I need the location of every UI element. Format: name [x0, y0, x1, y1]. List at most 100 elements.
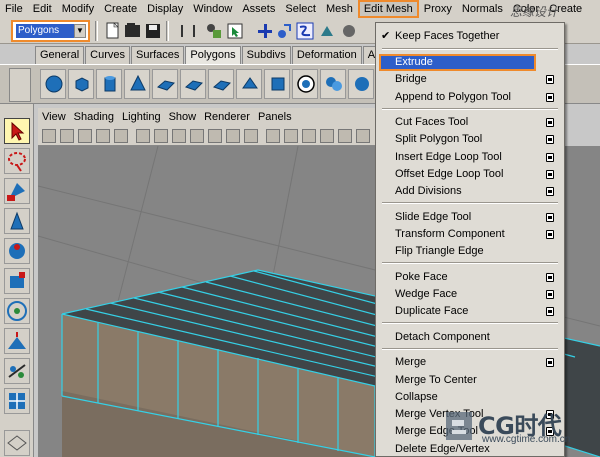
menu-item-bridge[interactable]: Bridge: [376, 71, 564, 88]
film-gate-icon[interactable]: [154, 129, 168, 143]
plus-icon[interactable]: [256, 22, 274, 40]
poly-sphere-icon[interactable]: [40, 69, 66, 99]
universal-manip-tool[interactable]: [4, 298, 30, 324]
menu-assets[interactable]: Assets: [237, 0, 280, 18]
option-box-icon[interactable]: [546, 93, 554, 102]
safe-title-icon[interactable]: [244, 129, 258, 143]
menu-item-detach-component[interactable]: Detach Component: [376, 329, 564, 346]
xray-icon[interactable]: [356, 129, 370, 143]
menu-item-merge-to-center[interactable]: Merge To Center: [376, 372, 564, 389]
smooth-icon[interactable]: [348, 69, 374, 99]
wireframe-icon[interactable]: [136, 129, 150, 143]
option-box-icon[interactable]: [546, 358, 554, 367]
menu-item-append-to-polygon[interactable]: Append to Polygon Tool: [376, 89, 564, 106]
wireframe-shade-icon[interactable]: [266, 129, 280, 143]
camera-attr-icon[interactable]: [60, 129, 74, 143]
new-scene-icon[interactable]: [104, 22, 122, 40]
paint-select-tool[interactable]: [4, 178, 30, 204]
menu-display[interactable]: Display: [142, 0, 188, 18]
soft-mod-tool[interactable]: [4, 328, 30, 354]
poly-plane-icon[interactable]: [152, 69, 178, 99]
menu-item-collapse[interactable]: Collapse: [376, 389, 564, 406]
tab-surfaces[interactable]: Surfaces: [130, 46, 185, 64]
panel-menu-panels[interactable]: Panels: [254, 111, 296, 123]
poly-pyramid-icon[interactable]: [236, 69, 262, 99]
component-icon[interactable]: [276, 22, 294, 40]
combine-icon[interactable]: [292, 69, 318, 99]
resolution-gate-icon[interactable]: [172, 129, 186, 143]
option-box-icon[interactable]: [546, 187, 554, 196]
lights-icon[interactable]: [320, 129, 334, 143]
tab-subdivs[interactable]: Subdivs: [241, 46, 291, 64]
menu-item-duplicate-face[interactable]: Duplicate Face: [376, 303, 564, 320]
menu-mesh[interactable]: Mesh: [321, 0, 358, 18]
panel-menu-shading[interactable]: Shading: [70, 111, 118, 123]
panel-menu-renderer[interactable]: Renderer: [200, 111, 254, 123]
camera-select-icon[interactable]: [42, 129, 56, 143]
menu-edit-mesh[interactable]: Edit Mesh: [357, 0, 419, 18]
poly-prism-icon[interactable]: [208, 69, 234, 99]
tab-polygons[interactable]: Polygons: [185, 46, 241, 64]
image-plane-icon[interactable]: [96, 129, 110, 143]
option-box-icon[interactable]: [546, 135, 554, 144]
separate-icon[interactable]: [320, 69, 346, 99]
option-box-icon[interactable]: [546, 213, 554, 222]
bookmark-icon[interactable]: [78, 129, 92, 143]
menu-item-merge[interactable]: Merge: [376, 354, 564, 371]
open-scene-icon[interactable]: [124, 22, 142, 40]
last-tool[interactable]: [4, 388, 30, 414]
option-box-icon[interactable]: [546, 290, 554, 299]
select-tool[interactable]: [4, 118, 30, 144]
option-box-icon[interactable]: [546, 307, 554, 316]
option-box-icon[interactable]: [546, 170, 554, 179]
menu-item-insert-edge-loop[interactable]: Insert Edge Loop Tool: [376, 149, 564, 166]
poly-cone-icon[interactable]: [124, 69, 150, 99]
poly-pipe-icon[interactable]: [264, 69, 290, 99]
panel-menu-show[interactable]: Show: [165, 111, 201, 123]
panel-menu-view[interactable]: View: [38, 111, 70, 123]
menu-set-dropdown[interactable]: Polygons ▼: [11, 20, 90, 42]
textured-icon[interactable]: [302, 129, 316, 143]
option-box-icon[interactable]: [546, 153, 554, 162]
smooth-shade-icon[interactable]: [284, 129, 298, 143]
menu-item-add-divisions[interactable]: Add Divisions: [376, 183, 564, 200]
poly-cylinder-icon[interactable]: [96, 69, 122, 99]
menu-item-split-polygon[interactable]: Split Polygon Tool: [376, 131, 564, 148]
shadows-icon[interactable]: [338, 129, 352, 143]
option-box-icon[interactable]: [546, 75, 554, 84]
menu-item-transform-component[interactable]: Transform Component: [376, 226, 564, 243]
scale-tool[interactable]: [4, 268, 30, 294]
tab-deformation[interactable]: Deformation: [291, 46, 362, 64]
tab-curves[interactable]: Curves: [85, 46, 130, 64]
option-box-icon[interactable]: [546, 230, 554, 239]
safe-action-icon[interactable]: [226, 129, 240, 143]
show-manip-tool[interactable]: [4, 358, 30, 384]
curve-icon[interactable]: [296, 22, 314, 40]
menu-edit[interactable]: Edit: [28, 0, 57, 18]
menu-modify[interactable]: Modify: [57, 0, 99, 18]
surface-icon[interactable]: [318, 22, 336, 40]
shelf-menu-button[interactable]: [9, 68, 31, 102]
ghost-icon[interactable]: [340, 22, 358, 40]
menu-file[interactable]: File: [0, 0, 28, 18]
tab-general[interactable]: General: [35, 46, 85, 64]
menu-item-slide-edge[interactable]: Slide Edge Tool: [376, 209, 564, 226]
poly-cube-icon[interactable]: [68, 69, 94, 99]
move-tool[interactable]: [4, 208, 30, 234]
menu-item-poke-face[interactable]: Poke Face: [376, 269, 564, 286]
menu-item-cut-faces[interactable]: Cut Faces Tool: [376, 114, 564, 131]
menu-create[interactable]: Create: [99, 0, 142, 18]
option-box-icon[interactable]: [546, 118, 554, 127]
menu-item-offset-edge-loop[interactable]: Offset Edge Loop Tool: [376, 166, 564, 183]
menu-item-wedge-face[interactable]: Wedge Face: [376, 286, 564, 303]
option-box-icon[interactable]: [546, 273, 554, 282]
gate-mask-icon[interactable]: [190, 129, 204, 143]
menu-item-extrude[interactable]: Extrude: [379, 54, 536, 71]
layout-tool[interactable]: [4, 430, 30, 456]
menu-item-keep-faces-together[interactable]: ✔ Keep Faces Together: [376, 28, 564, 45]
select-hierarchy-icon[interactable]: [205, 22, 223, 40]
select-object-icon[interactable]: [226, 22, 244, 40]
menu-item-flip-triangle-edge[interactable]: Flip Triangle Edge: [376, 243, 564, 260]
save-scene-icon[interactable]: [144, 22, 162, 40]
panel-menu-lighting[interactable]: Lighting: [118, 111, 165, 123]
